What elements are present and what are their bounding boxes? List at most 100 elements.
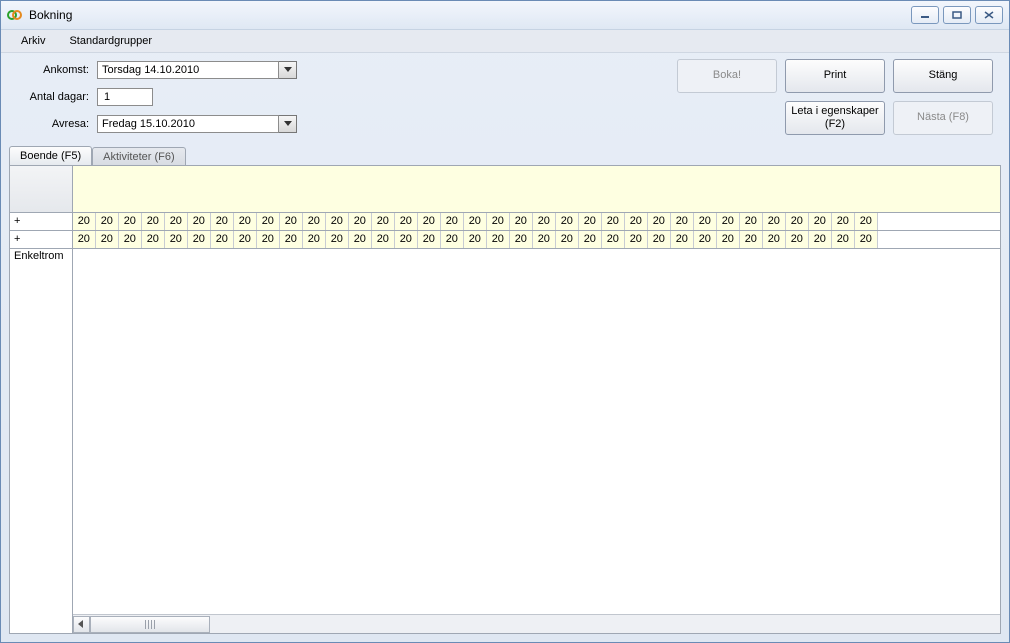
grid-cell[interactable]: 20	[441, 213, 464, 230]
avresa-dropdown-button[interactable]	[279, 115, 297, 133]
grid-cell[interactable]: 20	[694, 231, 717, 248]
grid-cell[interactable]: 20	[142, 231, 165, 248]
grid-cell[interactable]: 20	[372, 231, 395, 248]
nasta-button[interactable]: Nästa (F8)	[893, 101, 993, 135]
grid-cell[interactable]: 20	[326, 231, 349, 248]
grid-cell[interactable]: 20	[73, 213, 96, 230]
grid-cell[interactable]: 20	[579, 213, 602, 230]
grid-cell[interactable]: 20	[763, 231, 786, 248]
boka-button[interactable]: Boka!	[677, 59, 777, 93]
grid-cell[interactable]: 20	[648, 231, 671, 248]
grid-cell[interactable]: 20	[855, 231, 878, 248]
menu-standardgrupper[interactable]: Standardgrupper	[69, 35, 152, 47]
grid-cell[interactable]: 20	[234, 231, 257, 248]
grid-cell[interactable]: 20	[441, 231, 464, 248]
grid-cell[interactable]: 20	[395, 213, 418, 230]
grid-cell[interactable]: 20	[602, 213, 625, 230]
grid-cell[interactable]: 20	[510, 213, 533, 230]
grid-cell[interactable]: 20	[717, 231, 740, 248]
ankomst-input[interactable]	[97, 61, 279, 79]
grid-cell[interactable]: 20	[418, 231, 441, 248]
grid-cell[interactable]: 20	[809, 231, 832, 248]
grid-cell[interactable]: 20	[326, 213, 349, 230]
grid-cell[interactable]: 20	[648, 213, 671, 230]
antal-input[interactable]	[97, 88, 153, 106]
avresa-input[interactable]	[97, 115, 279, 133]
grid-cell[interactable]: 20	[303, 231, 326, 248]
grid-cell[interactable]: 20	[188, 213, 211, 230]
grid-cell[interactable]: 20	[257, 213, 280, 230]
print-button[interactable]: Print	[785, 59, 885, 93]
leta-button[interactable]: Leta i egenskaper (F2)	[785, 101, 885, 135]
grid-cell[interactable]: 20	[510, 231, 533, 248]
grid-cell[interactable]: 20	[349, 231, 372, 248]
grid-cell[interactable]: 20	[257, 231, 280, 248]
grid-cell[interactable]: 20	[211, 213, 234, 230]
grid-cell[interactable]: 20	[280, 231, 303, 248]
grid-cell[interactable]: 20	[832, 213, 855, 230]
tab-boende[interactable]: Boende (F5)	[9, 146, 92, 165]
grid-cell[interactable]: 20	[809, 213, 832, 230]
grid-cell[interactable]: 20	[349, 213, 372, 230]
grid-cell[interactable]: 20	[464, 213, 487, 230]
grid-cell[interactable]: 20	[740, 231, 763, 248]
grid-cell[interactable]: 20	[119, 213, 142, 230]
grid-cell[interactable]: 20	[556, 231, 579, 248]
grid-cell[interactable]: 20	[556, 213, 579, 230]
grid-cell[interactable]: 20	[763, 213, 786, 230]
grid-cell[interactable]: 20	[96, 231, 119, 248]
antal-label: Antal dagar:	[17, 91, 97, 103]
grid-cell[interactable]: 20	[188, 231, 211, 248]
grid-cell[interactable]: 20	[694, 213, 717, 230]
grid-cell[interactable]: 20	[740, 213, 763, 230]
grid-cell[interactable]: 20	[786, 213, 809, 230]
grid-cell[interactable]: 20	[625, 213, 648, 230]
close-button[interactable]	[975, 6, 1003, 24]
tab-aktiviteter[interactable]: Aktiviteter (F6)	[92, 147, 186, 166]
grid-cell[interactable]: 20	[211, 231, 234, 248]
grid-cell[interactable]: 20	[602, 231, 625, 248]
grid-cell[interactable]: 20	[717, 213, 740, 230]
maximize-button[interactable]	[943, 6, 971, 24]
main-grid: + Dubbelrum + Enkeltrom 2020202020202020…	[9, 165, 1001, 634]
grid-cell[interactable]: 20	[73, 231, 96, 248]
grid-cell[interactable]: 20	[671, 231, 694, 248]
grid-cell[interactable]: 20	[119, 231, 142, 248]
stang-button[interactable]: Stäng	[893, 59, 993, 93]
grid-cell[interactable]: 20	[280, 213, 303, 230]
grid-cell[interactable]: 20	[234, 213, 257, 230]
horizontal-scrollbar[interactable]	[73, 614, 1001, 633]
grid-cell[interactable]: 20	[579, 231, 602, 248]
ankomst-dropdown-button[interactable]	[279, 61, 297, 79]
grid-cell[interactable]: 20	[372, 213, 395, 230]
app-window: Bokning Arkiv Standardgrupper Ankomst:	[0, 0, 1010, 643]
scroll-left-button[interactable]	[73, 616, 90, 633]
grid-cell[interactable]: 20	[165, 213, 188, 230]
grid-cell[interactable]: 20	[165, 231, 188, 248]
grid-cell[interactable]: 20	[625, 231, 648, 248]
grid-cell[interactable]: 20	[533, 213, 556, 230]
grid-cell[interactable]: 20	[303, 213, 326, 230]
grid-cell[interactable]: 20	[464, 231, 487, 248]
grid-column-header	[73, 166, 1001, 213]
grid-cell[interactable]: 20	[142, 213, 165, 230]
grid-cell[interactable]: 20	[487, 231, 510, 248]
grid-cell[interactable]: 20	[786, 231, 809, 248]
grid-cell[interactable]: 20	[418, 213, 441, 230]
scroll-track[interactable]	[90, 616, 1001, 633]
minimize-button[interactable]	[911, 6, 939, 24]
grid-cell[interactable]: 20	[533, 231, 556, 248]
row-header-enkeltrom[interactable]: + Enkeltrom	[10, 231, 72, 249]
grid-cell[interactable]: 20	[395, 231, 418, 248]
menu-arkiv[interactable]: Arkiv	[21, 35, 45, 47]
menubar: Arkiv Standardgrupper	[1, 30, 1009, 53]
row-headers-top	[10, 166, 72, 213]
grid-cell[interactable]: 20	[96, 213, 119, 230]
grid-cell[interactable]: 20	[855, 213, 878, 230]
tabstrip: Boende (F5) Aktiviteter (F6)	[1, 145, 1009, 165]
grid-cell[interactable]: 20	[487, 213, 510, 230]
row-header-dubbelrum[interactable]: + Dubbelrum	[10, 213, 72, 231]
grid-cell[interactable]: 20	[832, 231, 855, 248]
grid-cell[interactable]: 20	[671, 213, 694, 230]
scroll-thumb[interactable]	[90, 616, 210, 633]
